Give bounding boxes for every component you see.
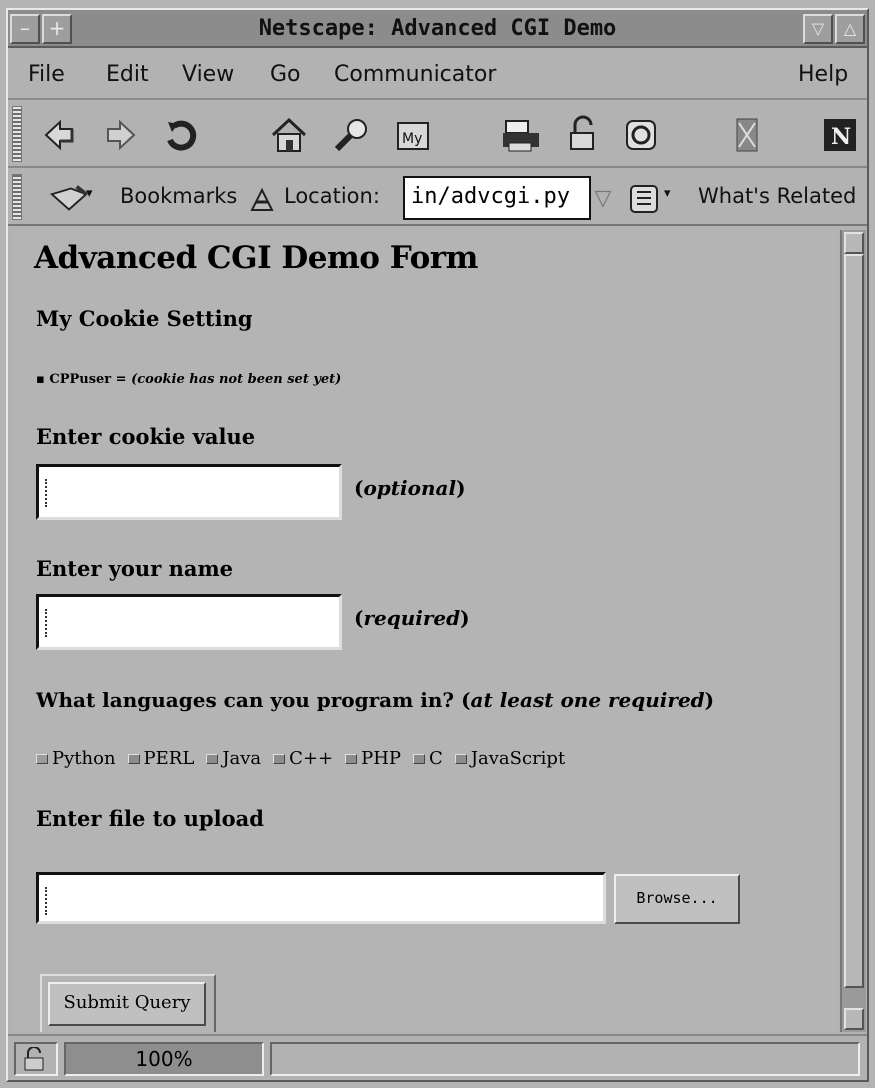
window-menu-button[interactable]: – — [10, 14, 40, 44]
vertical-scrollbar[interactable] — [840, 230, 866, 1032]
status-message — [270, 1042, 860, 1076]
checkbox-box[interactable] — [127, 753, 140, 764]
bookmarks-dropdown-icon: ▾ — [86, 186, 93, 201]
checkbox-box[interactable] — [36, 753, 48, 764]
checkbox-c[interactable]: C — [413, 748, 443, 769]
whats-related-icon[interactable] — [622, 178, 664, 220]
forward-icon[interactable] — [100, 114, 142, 156]
maximize-button[interactable]: △ — [835, 14, 865, 44]
optional-note: (optional) — [354, 476, 466, 500]
text-cursor — [45, 887, 51, 915]
progress-indicator: 100% — [64, 1042, 264, 1076]
status-bar: 100% — [8, 1034, 867, 1080]
whats-related-dropdown-icon: ▾ — [664, 186, 671, 201]
navigation-toolbar: My N — [8, 102, 867, 168]
cookie-status-line: ▪ CPPuser = (cookie has not been set yet… — [36, 372, 341, 387]
shop-icon[interactable] — [620, 114, 662, 156]
print-icon[interactable] — [500, 114, 542, 156]
my-netscape-icon[interactable]: My — [392, 114, 434, 156]
url-input[interactable]: in/advcgi.py — [403, 176, 591, 220]
languages-checkbox-group: Python PERL Java C++ PHP C JavaScript — [36, 748, 577, 769]
menu-help[interactable]: Help — [798, 62, 848, 87]
file-upload-input[interactable] — [36, 872, 606, 924]
security-lock-icon[interactable] — [14, 1042, 58, 1076]
security-icon[interactable] — [562, 114, 604, 156]
page-content: Advanced CGI Demo Form My Cookie Setting… — [12, 230, 838, 1032]
menu-file[interactable]: File — [28, 62, 65, 87]
browser-window: – + Netscape: Advanced CGI Demo ▽ △ File… — [6, 8, 869, 1082]
checkbox-box[interactable] — [345, 753, 358, 764]
browse-button[interactable]: Browse... — [614, 874, 740, 924]
bookmarks-label[interactable]: Bookmarks — [120, 184, 237, 208]
whats-related-label[interactable]: What's Related — [698, 184, 856, 208]
checkbox-cpp[interactable]: C++ — [273, 748, 333, 769]
bookmarks-icon[interactable] — [48, 178, 90, 220]
bullet-icon: ▪ — [36, 372, 50, 387]
reload-icon[interactable] — [160, 114, 202, 156]
cookie-name: CPPuser — [49, 372, 112, 387]
cookie-value-input[interactable] — [36, 464, 342, 520]
upload-label: Enter file to upload — [36, 806, 264, 831]
menu-bar: File Edit View Go Communicator Help — [8, 50, 867, 100]
required-note: (required) — [354, 606, 470, 630]
checkbox-box[interactable] — [413, 753, 426, 764]
text-cursor — [45, 609, 51, 637]
menu-view[interactable]: View — [182, 62, 234, 87]
languages-label: What languages can you program in? (at l… — [36, 688, 715, 712]
text-cursor — [45, 479, 51, 507]
scroll-down-arrow-icon[interactable] — [844, 1008, 864, 1030]
checkbox-box[interactable] — [273, 753, 286, 764]
menu-go[interactable]: Go — [270, 62, 301, 87]
cookie-status: (cookie has not been set yet) — [131, 372, 342, 387]
name-input[interactable] — [36, 594, 342, 650]
location-label: Location: — [284, 184, 380, 208]
checkbox-box[interactable] — [206, 753, 219, 764]
scroll-up-arrow-icon[interactable] — [844, 232, 864, 254]
page-title: Advanced CGI Demo Form — [34, 240, 478, 276]
svg-text:N: N — [831, 124, 851, 150]
cookie-separator: = — [111, 372, 132, 387]
search-icon[interactable] — [330, 114, 372, 156]
submit-button-frame: Submit Query — [40, 974, 216, 1032]
back-icon[interactable] — [38, 114, 80, 156]
netscape-logo[interactable]: N — [820, 114, 860, 156]
submit-button[interactable]: Submit Query — [48, 982, 206, 1026]
name-label: Enter your name — [36, 556, 234, 581]
title-bar: – + Netscape: Advanced CGI Demo ▽ △ — [8, 10, 867, 48]
home-icon[interactable] — [268, 114, 310, 156]
scroll-thumb[interactable] — [844, 254, 864, 988]
checkbox-box[interactable] — [454, 753, 467, 764]
url-history-dropdown-icon[interactable]: ▽ — [591, 178, 615, 218]
location-toolbar: ▾ Bookmarks Location: in/advcgi.py ▽ ▾ W… — [8, 170, 867, 226]
menu-communicator[interactable]: Communicator — [334, 62, 496, 87]
checkbox-python[interactable]: Python — [36, 748, 116, 769]
toolbar-grip[interactable] — [12, 106, 22, 162]
cookie-value-label: Enter cookie value — [36, 424, 256, 449]
window-title: Netscape: Advanced CGI Demo — [258, 16, 617, 41]
minimize-button[interactable]: ▽ — [803, 14, 833, 44]
my-netscape-label: My — [402, 131, 422, 147]
checkbox-php[interactable]: PHP — [345, 748, 401, 769]
location-icon[interactable] — [244, 178, 280, 220]
menu-edit[interactable]: Edit — [106, 62, 149, 87]
checkbox-java[interactable]: Java — [206, 748, 261, 769]
location-grip[interactable] — [12, 174, 22, 220]
cookie-heading: My Cookie Setting — [36, 306, 253, 331]
checkbox-javascript[interactable]: JavaScript — [454, 748, 565, 769]
stop-icon[interactable] — [726, 114, 768, 156]
window-move-button[interactable]: + — [42, 14, 72, 44]
checkbox-perl[interactable]: PERL — [127, 748, 194, 769]
